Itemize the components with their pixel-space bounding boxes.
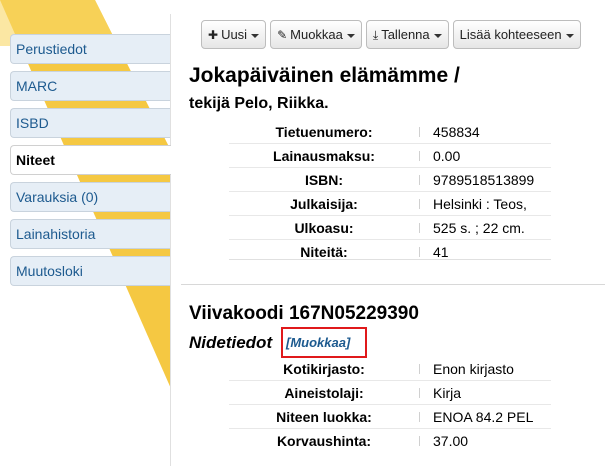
record-title: Jokapäiväinen elämämme / (189, 64, 460, 87)
field-value: Enon kirjasto (419, 357, 551, 381)
new-button[interactable]: ✚ Uusi (201, 20, 267, 49)
field-value: 37.00 (419, 428, 551, 452)
table-row: Julkaisija: Helsinki : Teos, (229, 191, 551, 216)
sidebar-item-marc[interactable]: MARC (10, 71, 170, 101)
edit-button[interactable]: ✎ Muokkaa (270, 20, 362, 49)
field-label: ISBN: (229, 167, 419, 192)
barcode-heading: Viivakoodi 167N05229390 (189, 303, 419, 324)
field-value: Helsinki : Teos, (419, 191, 551, 216)
main-content: ✚ Uusi ✎ Muokkaa ⤓ Tallenna Lisää kohteeseen J… (170, 14, 605, 466)
save-button[interactable]: ⤓ Tallenna (365, 20, 449, 49)
new-button-label: Uusi (221, 27, 248, 42)
field-value: 0.00 (419, 143, 551, 168)
item-details-table: Kotikirjasto: Enon kirjasto Aineistolaji… (229, 357, 551, 452)
field-value: 9789518513899 (419, 167, 551, 192)
caret-down-icon (433, 33, 442, 38)
sidebar-item-isbd[interactable]: ISBD (10, 108, 170, 138)
field-value: 458834 (419, 120, 551, 144)
caret-down-icon (251, 33, 260, 38)
item-details-heading: Nidetiedot (189, 333, 273, 352)
record-details-table: Tietuenumero: 458834 Lainausmaksu: 0.00 … (229, 120, 551, 263)
table-row: Tietuenumero: 458834 (229, 120, 551, 144)
table-divider (229, 259, 551, 260)
field-label: Korvaushinta: (229, 428, 419, 452)
save-button-label: Tallenna (381, 27, 430, 42)
field-label: Aineistolaji: (229, 380, 419, 405)
sidebar-item-varauksia[interactable]: Varauksia (0) (10, 182, 170, 212)
sidebar-item-perustiedot[interactable]: Perustiedot (10, 34, 170, 64)
toolbar: ✚ Uusi ✎ Muokkaa ⤓ Tallenna Lisää kohteeseen (201, 20, 585, 50)
edit-item-link[interactable]: [Muokkaa] (281, 327, 367, 358)
plus-icon: ✚ (208, 28, 219, 42)
field-label: Julkaisija: (229, 191, 419, 216)
caret-down-icon (346, 33, 355, 38)
table-row: Niteen luokka: ENOA 84.2 PEL (229, 404, 551, 429)
field-label: Niteen luokka: (229, 404, 419, 429)
record-author: tekijä Pelo, Riikka. (189, 95, 329, 112)
table-row: ISBN: 9789518513899 (229, 167, 551, 192)
field-label: Ulkoasu: (229, 215, 419, 240)
field-value: 525 s. ; 22 cm. (419, 215, 551, 240)
download-icon: ⤓ (372, 28, 379, 42)
section-divider (181, 284, 605, 285)
edit-button-label: Muokkaa (290, 27, 343, 42)
caret-down-icon (565, 33, 574, 38)
sidebar-item-muutosloki[interactable]: Muutosloki (10, 256, 170, 286)
field-label: Tietuenumero: (275, 123, 373, 140)
pencil-icon: ✎ (277, 28, 288, 42)
table-row: Lainausmaksu: 0.00 (229, 143, 551, 168)
table-row: Ulkoasu: 525 s. ; 22 cm. (229, 215, 551, 240)
field-value: Kirja (419, 380, 551, 405)
add-to-button-label: Lisää kohteeseen (459, 27, 562, 42)
field-label: Kotikirjasto: (283, 360, 365, 377)
add-to-button[interactable]: Lisää kohteeseen (452, 20, 581, 49)
table-row: Kotikirjasto: Enon kirjasto (229, 357, 551, 381)
record-tabs-sidebar: Perustiedot MARC ISBD Niteet Varauksia (… (10, 34, 171, 293)
sidebar-item-lainahistoria[interactable]: Lainahistoria (10, 219, 170, 249)
field-value: ENOA 84.2 PEL (419, 404, 551, 429)
table-row: Korvaushinta: 37.00 (229, 428, 551, 452)
sidebar-item-niteet[interactable]: Niteet (10, 145, 171, 175)
field-label: Lainausmaksu: (229, 143, 419, 168)
table-row: Aineistolaji: Kirja (229, 380, 551, 405)
